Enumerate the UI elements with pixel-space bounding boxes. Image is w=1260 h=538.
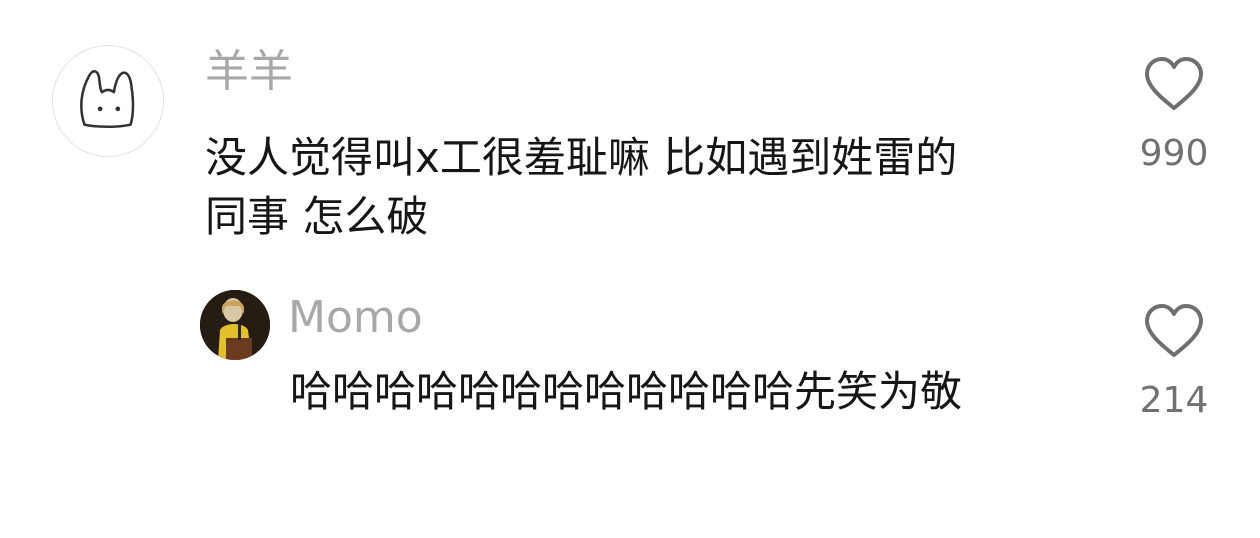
reply-like-group: 214 (1134, 303, 1214, 419)
comment-username[interactable]: 羊羊 (205, 50, 293, 94)
reply-avatar[interactable] (200, 290, 270, 360)
heart-outline-icon (1145, 57, 1203, 110)
heart-outline-icon (1145, 304, 1203, 357)
comment-text-line: 同事 怎么破 (205, 192, 429, 241)
like-group: 990 (1134, 56, 1214, 172)
comment-text: 没人觉得叫x工很羞耻嘛 比如遇到姓雷的 同事 怎么破 (205, 128, 1085, 246)
like-count: 990 (1139, 133, 1209, 174)
reply-text: 哈哈哈哈哈哈哈哈哈哈哈哈先笑为敬 (290, 367, 963, 416)
profile-photo (200, 290, 270, 360)
reply-username[interactable]: Momo (288, 296, 423, 340)
avatar[interactable] (52, 45, 164, 157)
comment-text-line: 没人觉得叫x工很羞耻嘛 比如遇到姓雷的 (205, 133, 958, 182)
like-button[interactable] (1143, 56, 1205, 114)
reply-like-button[interactable] (1143, 303, 1205, 361)
comment-thread: 羊羊 没人觉得叫x工很羞耻嘛 比如遇到姓雷的 同事 怎么破 990 Momo 哈… (0, 0, 1260, 538)
bunny-doodle-icon (80, 70, 135, 129)
reply-like-count: 214 (1139, 380, 1209, 421)
